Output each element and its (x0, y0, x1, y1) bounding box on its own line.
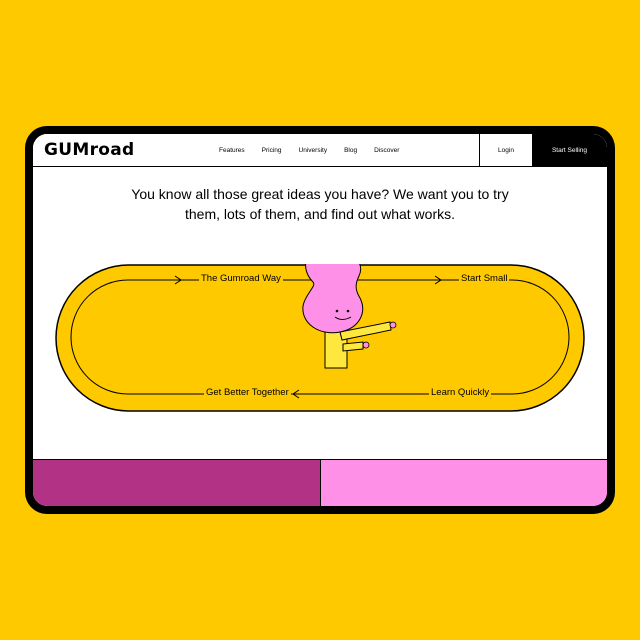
device-frame: GUMroad Features Pricing University Blog… (25, 126, 615, 514)
headline-line-2: them, lots of them, and find out what wo… (184, 206, 456, 222)
headline-line-1: You know all those great ideas you have?… (131, 186, 509, 202)
magenta-panel (33, 460, 321, 506)
gumroad-way-loop: The Gumroad Way Start Small Learn Quickl… (55, 251, 585, 414)
browser-screen: GUMroad Features Pricing University Blog… (33, 134, 607, 506)
loop-step-gumroad-way: The Gumroad Way (199, 273, 283, 284)
loop-track-illustration (55, 251, 585, 412)
nav-link-pricing[interactable]: Pricing (262, 147, 282, 154)
hero-headline: You know all those great ideas you have?… (33, 184, 607, 224)
top-navigation: GUMroad Features Pricing University Blog… (33, 134, 607, 167)
login-button[interactable]: Login (479, 134, 532, 166)
bottom-color-panels (33, 459, 607, 506)
loop-step-get-better-together: Get Better Together (204, 387, 291, 398)
nav-link-university[interactable]: University (299, 147, 328, 154)
pink-panel (321, 460, 607, 506)
nav-link-discover[interactable]: Discover (374, 147, 399, 154)
loop-step-start-small: Start Small (459, 273, 510, 284)
nav-link-blog[interactable]: Blog (344, 147, 357, 154)
nav-links: Features Pricing University Blog Discove… (204, 134, 479, 166)
gumroad-logo[interactable]: GUMroad (33, 134, 204, 166)
start-selling-button[interactable]: Start Selling (532, 134, 607, 166)
nav-link-features[interactable]: Features (219, 147, 245, 154)
loop-step-learn-quickly: Learn Quickly (429, 387, 492, 398)
